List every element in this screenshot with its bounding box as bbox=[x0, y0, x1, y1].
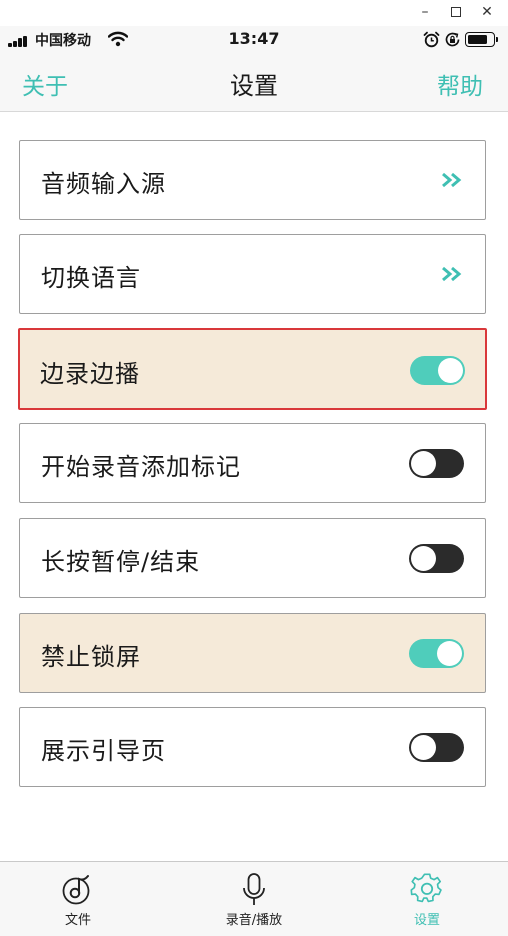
toggle-knob bbox=[411, 735, 436, 760]
close-button[interactable]: ✕ bbox=[476, 2, 498, 22]
toggle-knob bbox=[411, 546, 436, 571]
battery-tip bbox=[496, 37, 498, 42]
music-note-icon bbox=[62, 875, 90, 905]
toggle-knob bbox=[437, 641, 462, 666]
help-link[interactable]: 帮助 bbox=[437, 67, 483, 101]
setting-play-while-recording: 边录边播 bbox=[18, 328, 487, 410]
tab-label: 设置 bbox=[413, 913, 440, 928]
mark-on-record-start-toggle[interactable] bbox=[409, 449, 464, 478]
setting-mark-on-record-start: 开始录音添加标记 bbox=[19, 423, 486, 503]
rotation-lock-icon bbox=[445, 32, 460, 47]
long-press-pause-stop-toggle[interactable] bbox=[409, 544, 464, 573]
setting-long-press-pause-stop: 长按暂停/结束 bbox=[19, 518, 486, 598]
tab-bar: 文件 录音/播放 设置 bbox=[0, 861, 508, 936]
setting-label: 开始录音添加标记 bbox=[41, 453, 241, 481]
tab-record-play[interactable]: 录音/播放 bbox=[189, 862, 319, 936]
setting-label: 展示引导页 bbox=[41, 737, 166, 765]
navigation-bar: 关于 设置 帮助 bbox=[0, 54, 508, 112]
setting-prevent-screen-lock: 禁止锁屏 bbox=[19, 613, 486, 693]
prevent-screen-lock-toggle[interactable] bbox=[409, 639, 464, 668]
page-title: 设置 bbox=[230, 72, 278, 100]
minimize-button[interactable]: – bbox=[414, 2, 436, 22]
tab-label: 录音/播放 bbox=[225, 913, 283, 928]
tab-settings[interactable]: 设置 bbox=[362, 862, 492, 936]
window-title-bar: – ✕ bbox=[0, 0, 508, 26]
tab-files[interactable]: 文件 bbox=[13, 862, 143, 936]
alarm-icon bbox=[423, 31, 440, 48]
double-chevron-right-icon bbox=[442, 266, 462, 282]
play-while-recording-toggle[interactable] bbox=[410, 356, 465, 385]
gear-icon bbox=[410, 873, 442, 903]
setting-label: 音频输入源 bbox=[41, 170, 166, 198]
setting-label: 边录边播 bbox=[40, 360, 140, 388]
double-chevron-right-icon bbox=[442, 172, 462, 188]
setting-switch-language[interactable]: 切换语言 bbox=[19, 234, 486, 314]
toggle-knob bbox=[438, 358, 463, 383]
maximize-button[interactable] bbox=[445, 2, 467, 22]
show-guide-page-toggle[interactable] bbox=[409, 733, 464, 762]
toggle-knob bbox=[411, 451, 436, 476]
battery-level bbox=[468, 35, 487, 44]
maximize-icon bbox=[451, 7, 461, 17]
battery-icon bbox=[465, 32, 495, 47]
status-bar: 中国移动 13:47 bbox=[0, 26, 508, 54]
tab-label: 文件 bbox=[64, 913, 91, 928]
setting-audio-source[interactable]: 音频输入源 bbox=[19, 140, 486, 220]
setting-label: 禁止锁屏 bbox=[41, 643, 141, 671]
setting-show-guide-page: 展示引导页 bbox=[19, 707, 486, 787]
setting-label: 长按暂停/结束 bbox=[41, 548, 201, 576]
microphone-icon bbox=[243, 873, 265, 905]
setting-label: 切换语言 bbox=[41, 264, 141, 292]
